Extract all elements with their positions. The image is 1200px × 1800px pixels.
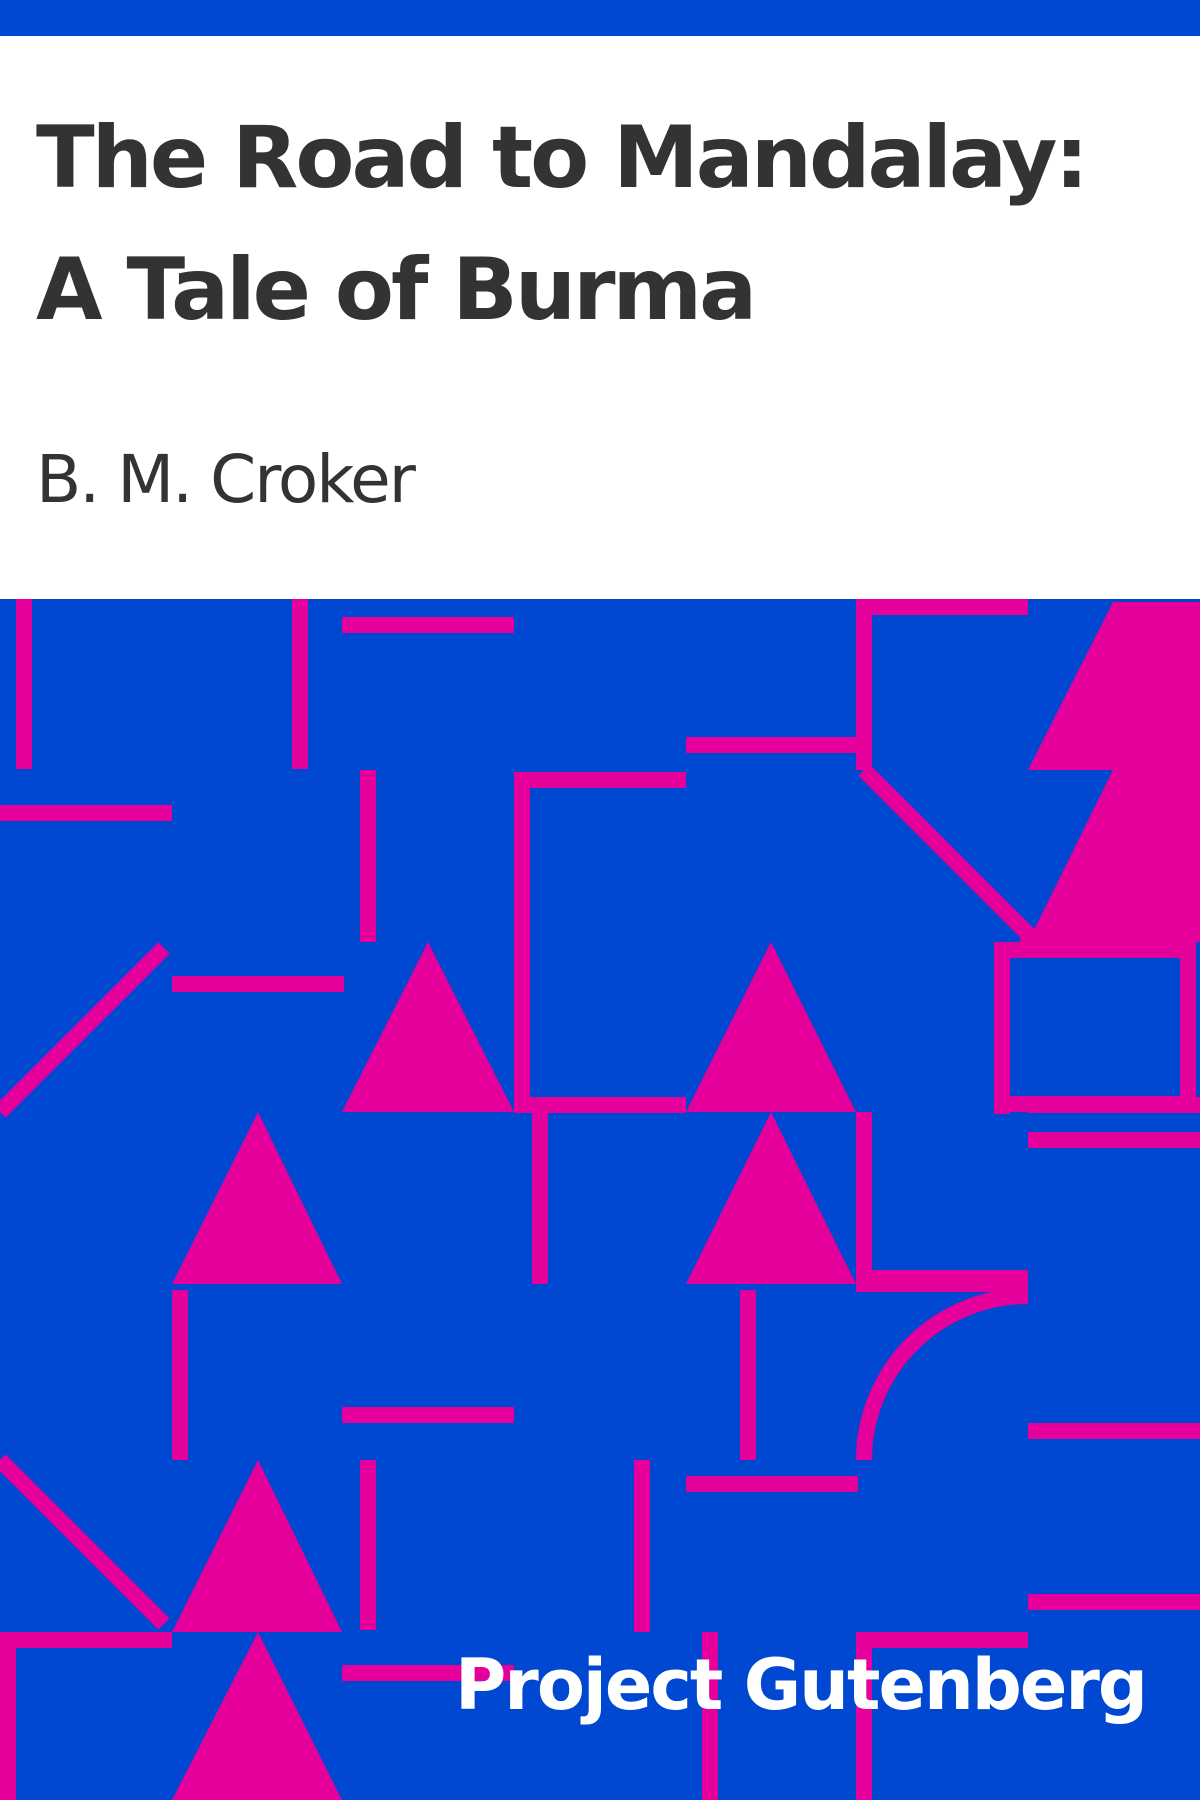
- pattern-bar: [514, 1097, 686, 1113]
- geometric-pattern: [0, 599, 1200, 1800]
- pattern-bar: [514, 772, 530, 1112]
- pattern-bar: [16, 599, 32, 769]
- pattern-bar: [172, 976, 344, 992]
- pattern-bar: [1028, 1594, 1200, 1610]
- pattern-bar: [634, 1460, 650, 1632]
- title-block: The Road to Mandalay: A Tale of Burma B.…: [0, 36, 1200, 599]
- pattern-bar: [740, 1290, 756, 1460]
- pattern-bar: [342, 617, 514, 633]
- pattern-bar: [0, 1632, 172, 1648]
- publisher-name: Project Gutenberg: [455, 1644, 1148, 1726]
- top-color-band: [0, 0, 1200, 36]
- pattern-bar: [686, 1476, 858, 1492]
- book-author: B. M. Croker: [36, 441, 416, 518]
- book-cover: The Road to Mandalay: A Tale of Burma B.…: [0, 0, 1200, 1800]
- pattern-bar: [172, 1290, 188, 1460]
- pattern-bar: [1028, 1132, 1200, 1148]
- pattern-bar: [360, 1460, 376, 1630]
- pattern-bar: [0, 805, 172, 821]
- book-title: The Road to Mandalay: A Tale of Burma: [36, 108, 1089, 340]
- pattern-bar: [342, 1407, 514, 1423]
- pattern-bar: [686, 737, 858, 753]
- pattern-bar: [1028, 1423, 1200, 1439]
- pattern-bar: [0, 1632, 16, 1800]
- pattern-bar: [994, 942, 1010, 1114]
- pattern-bar: [292, 599, 308, 769]
- pattern-bar: [532, 1112, 548, 1284]
- pattern-bar: [514, 772, 686, 788]
- pattern-bar: [360, 770, 376, 942]
